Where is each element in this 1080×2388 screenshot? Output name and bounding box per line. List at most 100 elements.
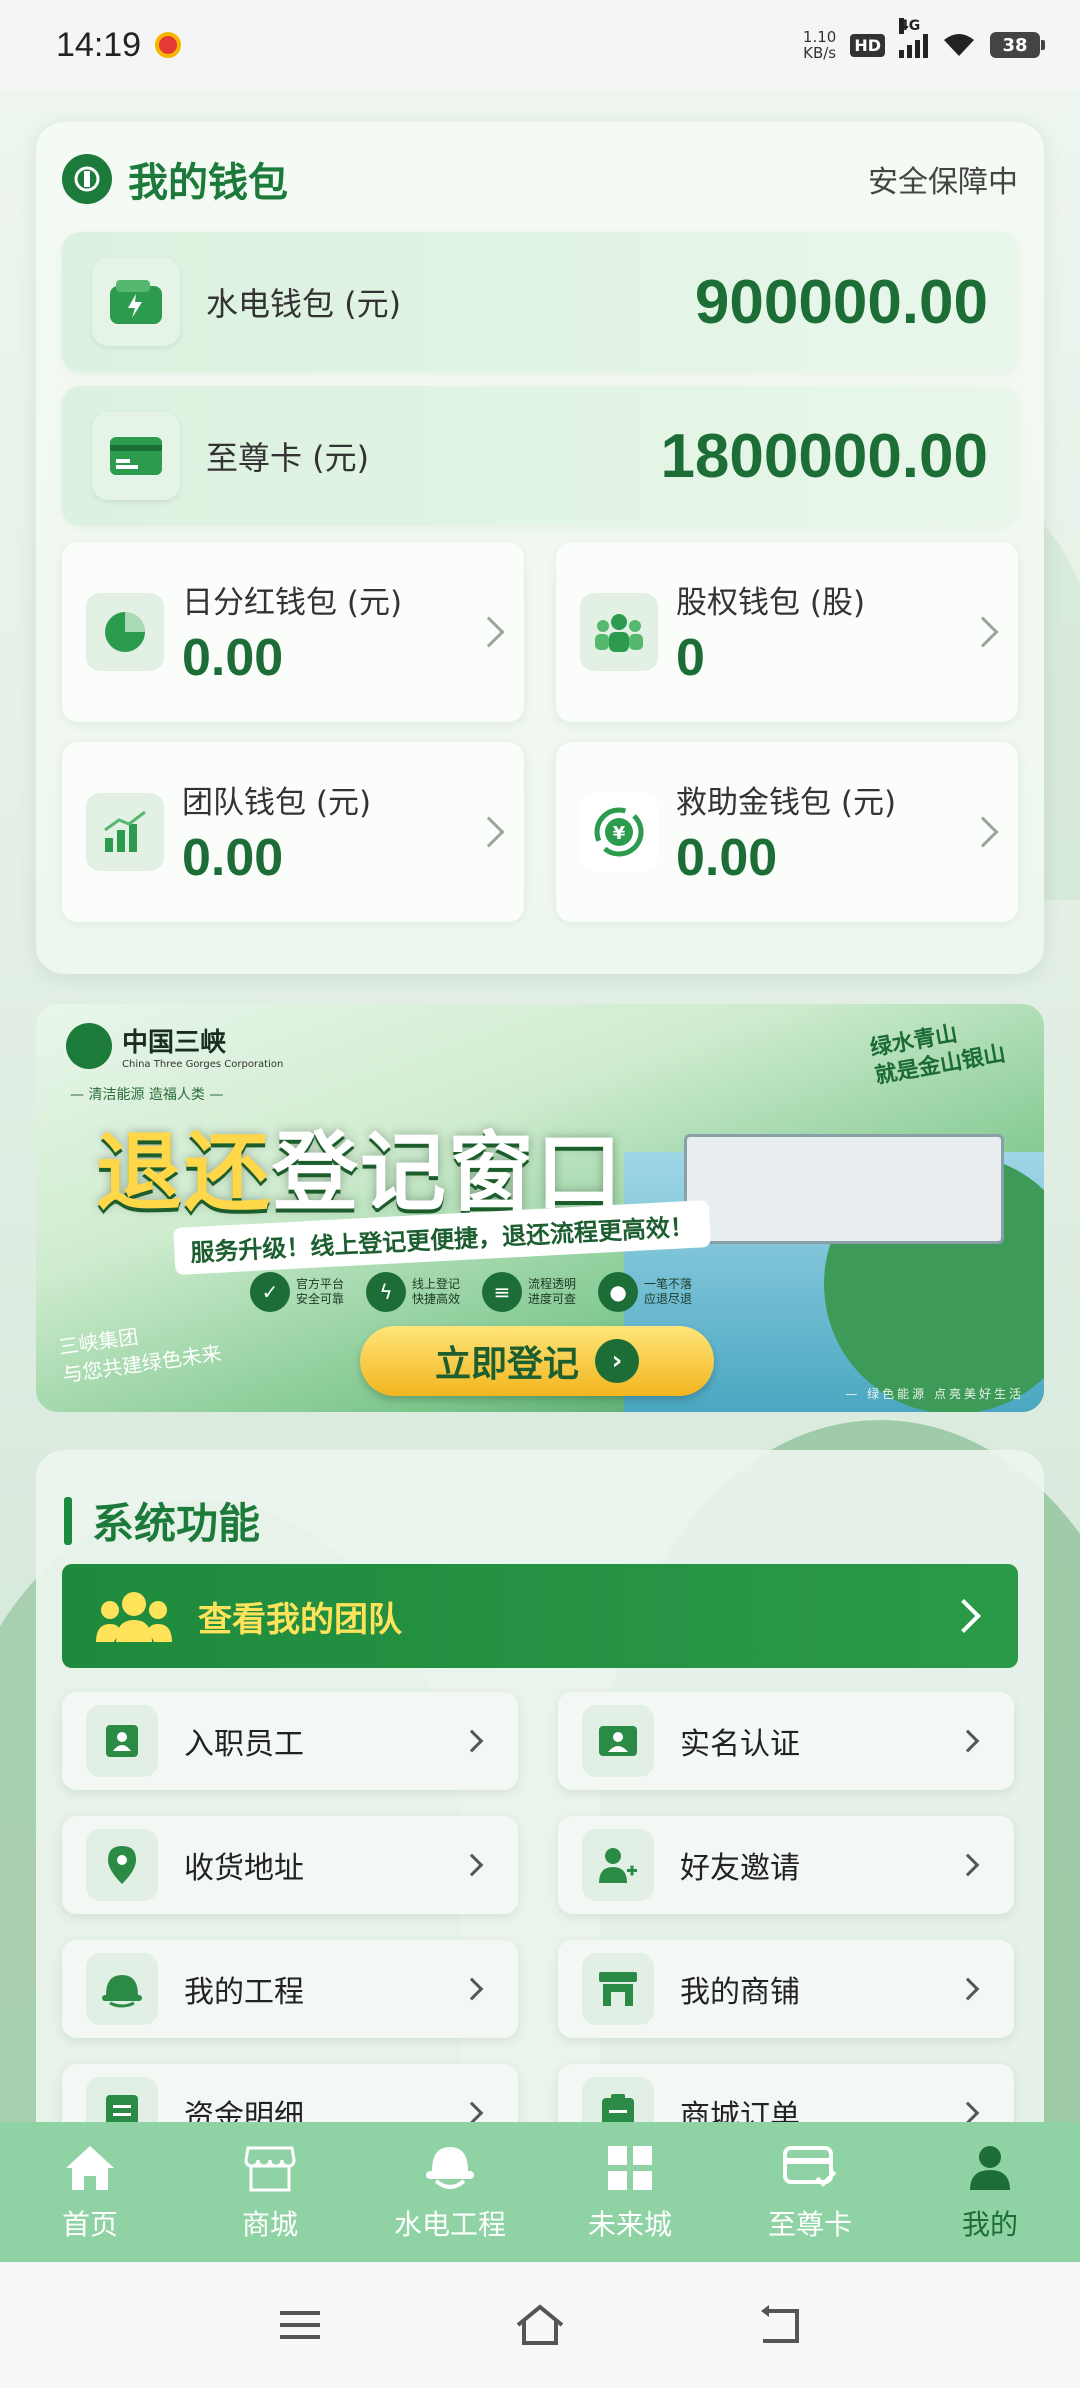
menu-icon[interactable] bbox=[270, 2295, 330, 2355]
function-label: 收货地址 bbox=[184, 1851, 304, 1886]
nav-hydro-projects[interactable]: 水电工程 bbox=[370, 2141, 530, 2243]
pie-chart-icon bbox=[86, 593, 164, 671]
view-my-team-label: 查看我的团队 bbox=[198, 1599, 402, 1640]
notification-app-icon bbox=[155, 32, 182, 58]
user-icon bbox=[963, 2141, 1017, 2195]
banner-brand: 中国三峡 China Three Gorges Corporation bbox=[66, 1022, 283, 1070]
chevron-right-icon bbox=[956, 1853, 980, 1877]
wallet-icon bbox=[92, 258, 180, 346]
corner-slogan: 绿水青山 就是金山银山 bbox=[868, 1021, 1008, 1090]
arrow-right-icon: › bbox=[595, 1339, 639, 1383]
wallet-card: 我的钱包 安全保障中 水电钱包 (元) 900000.00 至尊卡 (元) 18… bbox=[36, 122, 1044, 974]
function-label: 入职员工 bbox=[184, 1727, 304, 1762]
team-wallet-tile[interactable]: 团队钱包 (元) 0.00 bbox=[62, 742, 524, 922]
people-group-icon bbox=[580, 593, 658, 671]
supreme-card-label: 至尊卡 (元) bbox=[206, 439, 370, 477]
shop-icon bbox=[243, 2141, 297, 2195]
hydro-wallet-value: 900000.00 bbox=[694, 267, 988, 337]
bar-chart-icon bbox=[86, 793, 164, 871]
chevron-right-icon bbox=[460, 1853, 484, 1877]
feature-item: ✓ 官方平台 安全可靠 bbox=[250, 1272, 344, 1312]
status-bar: 14:19 1.10 KB/s HD 4G 38 bbox=[0, 0, 1080, 90]
tile-value: 0 bbox=[676, 628, 705, 687]
bottom-navigation: 首页 商城 水电工程 未来城 至尊卡 我的 bbox=[0, 2122, 1080, 2262]
function-label: 好友邀请 bbox=[680, 1851, 800, 1886]
supreme-card-row[interactable]: 至尊卡 (元) 1800000.00 bbox=[62, 386, 1018, 526]
tile-label: 日分红钱包 (元) bbox=[182, 584, 403, 621]
grid-icon bbox=[603, 2141, 657, 2195]
hard-hat-icon bbox=[423, 2141, 477, 2195]
security-status: 安全保障中 bbox=[868, 165, 1018, 200]
feature-item: ≡ 流程透明 进度可查 bbox=[482, 1272, 576, 1312]
chevron-right-icon bbox=[956, 1977, 980, 2001]
network-speed: 1.10 KB/s bbox=[802, 28, 837, 62]
yen-cycle-icon: ¥ bbox=[580, 793, 658, 871]
nav-supreme-card[interactable]: 至尊卡 bbox=[730, 2141, 890, 2243]
banner-features: ✓ 官方平台 安全可靠 ϟ 线上登记 快捷高效 ≡ 流程透明 进度可查 ● 一笔不落应… bbox=[250, 1272, 692, 1312]
nav-home[interactable]: 首页 bbox=[10, 2141, 170, 2243]
chevron-right-icon bbox=[956, 2101, 980, 2125]
location-pin-icon bbox=[86, 1829, 158, 1901]
registration-banner[interactable]: 中国三峡 China Three Gorges Corporation — 清洁… bbox=[36, 1004, 1044, 1412]
store-icon bbox=[582, 1953, 654, 2025]
tile-label: 团队钱包 (元) bbox=[182, 784, 372, 821]
function-label: 我的商铺 bbox=[680, 1975, 800, 2010]
function-shipping-address[interactable]: 收货地址 bbox=[62, 1816, 518, 1914]
group-icon: ● bbox=[598, 1272, 639, 1312]
chevron-right-icon bbox=[460, 1977, 484, 2001]
bolt-icon: ϟ bbox=[366, 1272, 407, 1312]
card-check-icon bbox=[783, 2141, 837, 2195]
system-navigation-bar bbox=[0, 2262, 1080, 2388]
chevron-right-icon bbox=[947, 1599, 981, 1633]
id-card-icon bbox=[582, 1705, 654, 1777]
function-label: 我的工程 bbox=[184, 1975, 304, 2010]
feature-item: ● 一笔不落 应退尽退 bbox=[598, 1272, 692, 1312]
battery-icon: 38 bbox=[990, 32, 1045, 58]
function-my-projects[interactable]: 我的工程 bbox=[62, 1940, 518, 2038]
left-slogan: 三峡集团 与您共建绿色未来 bbox=[57, 1324, 223, 1387]
relief-fund-wallet-tile[interactable]: ¥ 救助金钱包 (元) 0.00 bbox=[556, 742, 1018, 922]
chevron-right-icon bbox=[473, 616, 505, 648]
feature-item: ϟ 线上登记 快捷高效 bbox=[366, 1272, 460, 1312]
nav-me[interactable]: 我的 bbox=[910, 2141, 1070, 2243]
hard-hat-icon bbox=[86, 1953, 158, 2025]
three-gorges-logo-icon bbox=[62, 154, 112, 204]
svg-text:¥: ¥ bbox=[613, 823, 626, 844]
tile-value: 0.00 bbox=[182, 628, 284, 687]
section-marker bbox=[64, 1496, 72, 1545]
hd-badge: HD bbox=[850, 33, 885, 57]
view-my-team-button[interactable]: 查看我的团队 bbox=[62, 1564, 1018, 1668]
chevron-right-icon bbox=[460, 2101, 484, 2125]
card-icon bbox=[92, 412, 180, 500]
daily-dividend-wallet-tile[interactable]: 日分红钱包 (元) 0.00 bbox=[62, 542, 524, 722]
home-nav-icon[interactable] bbox=[510, 2295, 570, 2355]
nav-future-city[interactable]: 未来城 bbox=[550, 2141, 710, 2243]
hydro-wallet-row[interactable]: 水电钱包 (元) 900000.00 bbox=[62, 232, 1018, 372]
bottom-slogan: — 绿色能源 点亮美好生活 bbox=[845, 1387, 1024, 1401]
add-friend-icon bbox=[582, 1829, 654, 1901]
dam-illustration bbox=[684, 1134, 1004, 1244]
section-title: 系统功能 bbox=[92, 1499, 261, 1548]
chevron-right-icon bbox=[967, 816, 999, 848]
equity-wallet-tile[interactable]: 股权钱包 (股) 0 bbox=[556, 542, 1018, 722]
function-my-store[interactable]: 我的商铺 bbox=[558, 1940, 1014, 2038]
brand-slogan: — 清洁能源 造福人类 — bbox=[70, 1087, 224, 1103]
function-invite-friends[interactable]: 好友邀请 bbox=[558, 1816, 1014, 1914]
document-icon: ≡ bbox=[482, 1272, 523, 1312]
nav-mall[interactable]: 商城 bbox=[190, 2141, 350, 2243]
chevron-right-icon bbox=[460, 1729, 484, 1753]
tile-label: 救助金钱包 (元) bbox=[676, 784, 897, 821]
function-real-name-auth[interactable]: 实名认证 bbox=[558, 1692, 1014, 1790]
tile-value: 0.00 bbox=[182, 828, 284, 887]
chevron-right-icon bbox=[956, 1729, 980, 1753]
shield-check-icon: ✓ bbox=[250, 1272, 290, 1312]
team-icon bbox=[96, 1592, 172, 1642]
back-icon[interactable] bbox=[750, 2295, 810, 2355]
three-gorges-logo-icon bbox=[66, 1023, 112, 1069]
status-time: 14:19 bbox=[56, 25, 142, 64]
employee-badge-icon bbox=[86, 1705, 158, 1777]
function-label: 实名认证 bbox=[680, 1727, 800, 1762]
function-onboard-employee[interactable]: 入职员工 bbox=[62, 1692, 518, 1790]
register-now-button[interactable]: 立即登记 › bbox=[360, 1326, 714, 1396]
hydro-wallet-label: 水电钱包 (元) bbox=[206, 285, 402, 323]
